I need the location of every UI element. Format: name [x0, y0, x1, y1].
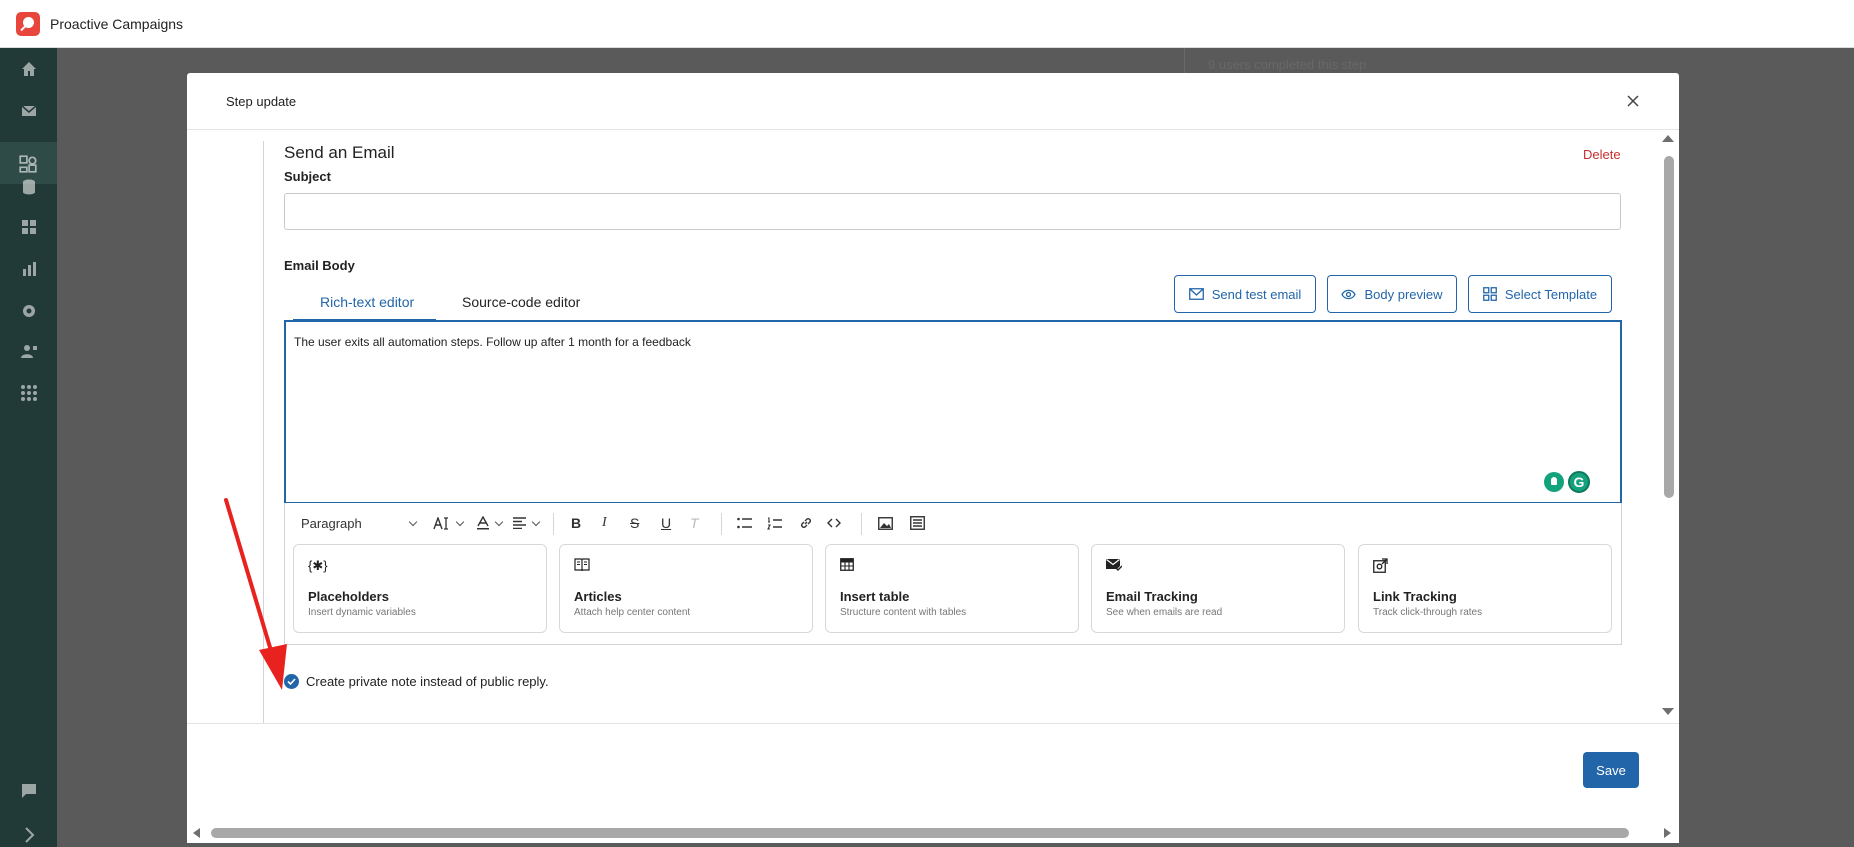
- step-connector-line: [263, 141, 264, 723]
- eye-icon: [1341, 289, 1357, 299]
- link-tracking-icon: [1373, 558, 1388, 576]
- horizontal-scroll-thumb[interactable]: [211, 828, 1629, 838]
- apps-icon[interactable]: [20, 384, 38, 402]
- step-update-modal: Step update Send an Email Delete Subject…: [187, 73, 1679, 843]
- placeholders-card[interactable]: {✱} Placeholders Insert dynamic variable…: [293, 544, 547, 633]
- modal-title: Step update: [226, 94, 297, 109]
- private-note-option: Create private note instead of public re…: [284, 674, 549, 689]
- bullet-list-icon[interactable]: [737, 513, 752, 533]
- underline-icon[interactable]: U: [661, 513, 671, 533]
- private-note-label: Create private note instead of public re…: [306, 674, 549, 689]
- body-preview-button[interactable]: Body preview: [1327, 275, 1457, 313]
- link-icon[interactable]: [799, 513, 813, 533]
- card-subtitle: Insert dynamic variables: [308, 607, 416, 618]
- italic-icon[interactable]: I: [602, 513, 607, 533]
- card-subtitle: Attach help center content: [574, 607, 691, 618]
- lightbulb-icon[interactable]: [1544, 472, 1564, 492]
- section-title: Send an Email: [284, 143, 395, 162]
- home-icon[interactable]: [20, 60, 38, 78]
- card-title: Placeholders: [308, 589, 389, 604]
- font-color-select[interactable]: [477, 513, 504, 533]
- app-logo-icon: [16, 11, 40, 36]
- card-title: Articles: [574, 589, 622, 604]
- vertical-scroll-thumb[interactable]: [1664, 156, 1674, 498]
- sidebar: [0, 48, 57, 847]
- articles-icon: [574, 558, 590, 575]
- mail-icon[interactable]: [20, 102, 38, 120]
- private-note-checkbox[interactable]: [284, 674, 299, 689]
- email-tracking-icon: [1106, 558, 1123, 574]
- chevron-down-icon: [494, 517, 504, 526]
- rich-text-editor[interactable]: The user exits all automation steps. Fol…: [284, 320, 1622, 503]
- settings-icon[interactable]: [20, 302, 38, 320]
- email-tracking-card[interactable]: Email Tracking See when emails are read: [1091, 544, 1345, 633]
- table-icon: [840, 558, 854, 574]
- grammarly-widget[interactable]: G: [1544, 468, 1600, 496]
- link-tracking-card[interactable]: Link Tracking Track click-through rates: [1358, 544, 1612, 633]
- chat-icon[interactable]: [20, 782, 38, 800]
- users-icon[interactable]: [20, 342, 38, 360]
- background-status-text: 9 users completed this step: [1208, 57, 1367, 72]
- envelope-icon: [1188, 288, 1204, 300]
- toolbar-divider: [861, 513, 862, 535]
- chevron-down-icon: [408, 517, 417, 526]
- scroll-up-icon[interactable]: [1661, 133, 1675, 143]
- vertical-scrollbar[interactable]: [1657, 132, 1677, 719]
- clear-format-icon[interactable]: T: [690, 513, 699, 533]
- code-icon[interactable]: [827, 513, 841, 533]
- align-left-icon: [513, 517, 526, 529]
- bold-icon[interactable]: B: [571, 513, 581, 533]
- close-icon[interactable]: [1622, 90, 1644, 112]
- background-divider: [1184, 48, 1185, 74]
- modal-header: Step update: [187, 73, 1679, 130]
- media-embed-icon[interactable]: [910, 513, 925, 533]
- template-grid-icon: [1482, 287, 1497, 301]
- select-template-button[interactable]: Select Template: [1468, 275, 1612, 313]
- tab-source-code-editor[interactable]: Source-code editor: [462, 294, 580, 310]
- grammarly-icon[interactable]: G: [1568, 471, 1590, 493]
- paragraph-format-select[interactable]: Paragraph: [301, 513, 417, 533]
- strikethrough-icon[interactable]: S: [630, 513, 639, 533]
- modal-body: Send an Email Delete Subject Email Body …: [187, 131, 1679, 723]
- card-subtitle: Track click-through rates: [1373, 607, 1483, 618]
- editor-toolbar-panel: Paragraph B I S U T {✱} Placeholders Ins…: [284, 503, 1622, 645]
- card-subtitle: See when emails are read: [1106, 607, 1223, 618]
- articles-card[interactable]: Articles Attach help center content: [559, 544, 813, 633]
- font-size-icon: [433, 516, 448, 530]
- card-title: Insert table: [840, 589, 910, 604]
- scroll-left-icon[interactable]: [191, 827, 201, 839]
- align-select[interactable]: [513, 513, 541, 533]
- font-size-select[interactable]: [433, 513, 465, 533]
- tab-rich-text-editor[interactable]: Rich-text editor: [320, 294, 414, 310]
- toolbar-divider: [721, 513, 722, 535]
- card-title: Link Tracking: [1373, 589, 1457, 604]
- scroll-right-icon[interactable]: [1663, 827, 1673, 839]
- editor-content[interactable]: The user exits all automation steps. Fol…: [294, 335, 691, 349]
- expand-icon[interactable]: [20, 826, 38, 844]
- card-subtitle: Structure content with tables: [840, 607, 967, 618]
- toolbar-divider: [553, 513, 554, 535]
- reports-icon[interactable]: [20, 260, 38, 278]
- send-test-email-button[interactable]: Send test email: [1174, 275, 1316, 313]
- delete-link[interactable]: Delete: [1583, 147, 1621, 162]
- widgets-icon[interactable]: [20, 218, 38, 236]
- font-color-icon: [477, 516, 489, 530]
- insert-table-card[interactable]: Insert table Structure content with tabl…: [825, 544, 1079, 633]
- email-body-label: Email Body: [284, 258, 355, 273]
- subject-label: Subject: [284, 169, 331, 184]
- formatting-toolbar: Paragraph B I S U T: [285, 503, 1621, 543]
- numbered-list-icon[interactable]: [767, 513, 782, 533]
- app-title: Proactive Campaigns: [50, 15, 184, 32]
- horizontal-scrollbar[interactable]: [187, 823, 1679, 843]
- scroll-down-icon[interactable]: [1661, 707, 1675, 717]
- save-button[interactable]: Save: [1583, 752, 1639, 788]
- chevron-down-icon: [531, 517, 541, 526]
- subject-input[interactable]: [284, 193, 1621, 230]
- app-topbar: Proactive Campaigns: [0, 0, 1854, 48]
- image-icon[interactable]: [878, 513, 893, 533]
- chevron-down-icon: [455, 517, 465, 526]
- placeholders-icon: {✱}: [308, 558, 328, 573]
- database-icon[interactable]: [20, 178, 38, 196]
- card-title: Email Tracking: [1106, 589, 1198, 604]
